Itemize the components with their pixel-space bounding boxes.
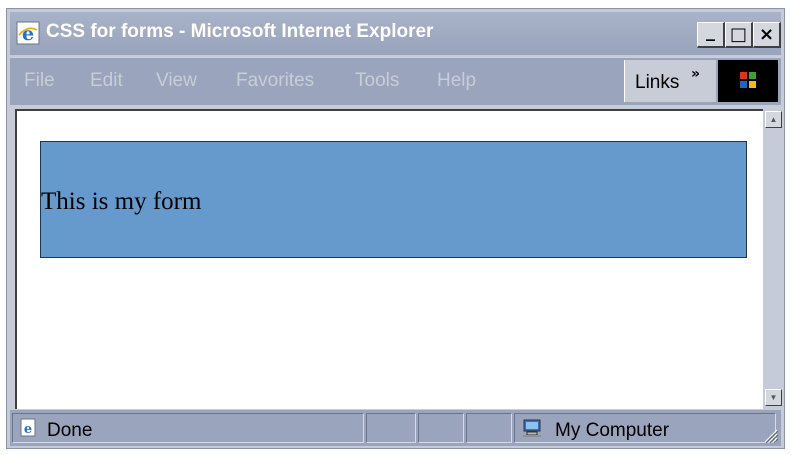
arrow-up-icon: ▲: [769, 115, 778, 124]
maximize-button[interactable]: □: [725, 22, 753, 48]
chevron-right-icon[interactable]: »: [691, 66, 700, 82]
scroll-down-button[interactable]: ▼: [765, 389, 782, 406]
minimize-icon: _: [706, 21, 715, 42]
maximize-icon: □: [729, 24, 747, 45]
windows-logo-icon: [718, 60, 778, 102]
form-text: This is my form: [41, 188, 202, 215]
vertical-scrollbar[interactable]: ▲ ▼: [763, 109, 783, 409]
links-label: Links: [635, 72, 680, 93]
ie-page-icon: e: [20, 418, 36, 437]
my-computer-icon: [523, 419, 541, 437]
arrow-down-icon: ▼: [769, 393, 778, 402]
menu-tools[interactable]: Tools: [355, 70, 399, 92]
title-bar[interactable]: e CSS for forms - Microsoft Internet Exp…: [10, 12, 781, 55]
ie-icon[interactable]: e: [16, 21, 40, 45]
status-bar: e Done My Computer: [10, 410, 781, 446]
status-panel-main: e Done: [12, 413, 364, 443]
menu-help[interactable]: Help: [437, 70, 476, 92]
status-panel-3: [466, 413, 512, 443]
close-button[interactable]: ×: [753, 22, 781, 48]
status-panel-2: [418, 413, 464, 443]
menu-file[interactable]: File: [24, 70, 55, 92]
menu-bar: File Edit View Favorites Tools Help Link…: [10, 57, 781, 105]
close-icon: ×: [758, 24, 775, 45]
zone-text: My Computer: [555, 420, 670, 441]
svg-text:e: e: [22, 23, 34, 45]
status-panel-zone: My Computer: [514, 413, 776, 443]
scroll-up-button[interactable]: ▲: [765, 111, 782, 128]
menu-view[interactable]: View: [156, 70, 197, 92]
menu-edit[interactable]: Edit: [90, 70, 123, 92]
browser-window: e CSS for forms - Microsoft Internet Exp…: [6, 8, 785, 449]
window-title: CSS for forms - Microsoft Internet Explo…: [46, 21, 434, 42]
form-container: This is my form: [40, 141, 747, 258]
menu-favorites[interactable]: Favorites: [236, 70, 314, 92]
resize-grip-icon[interactable]: [761, 426, 779, 444]
minimize-button[interactable]: _: [697, 21, 725, 48]
page-content: This is my form: [15, 109, 763, 409]
svg-text:e: e: [24, 422, 32, 437]
status-text: Done: [47, 420, 93, 441]
status-panel-progress: [366, 413, 416, 443]
links-toolbar[interactable]: Links »: [624, 60, 716, 102]
windows-flag-icon: [740, 72, 756, 88]
